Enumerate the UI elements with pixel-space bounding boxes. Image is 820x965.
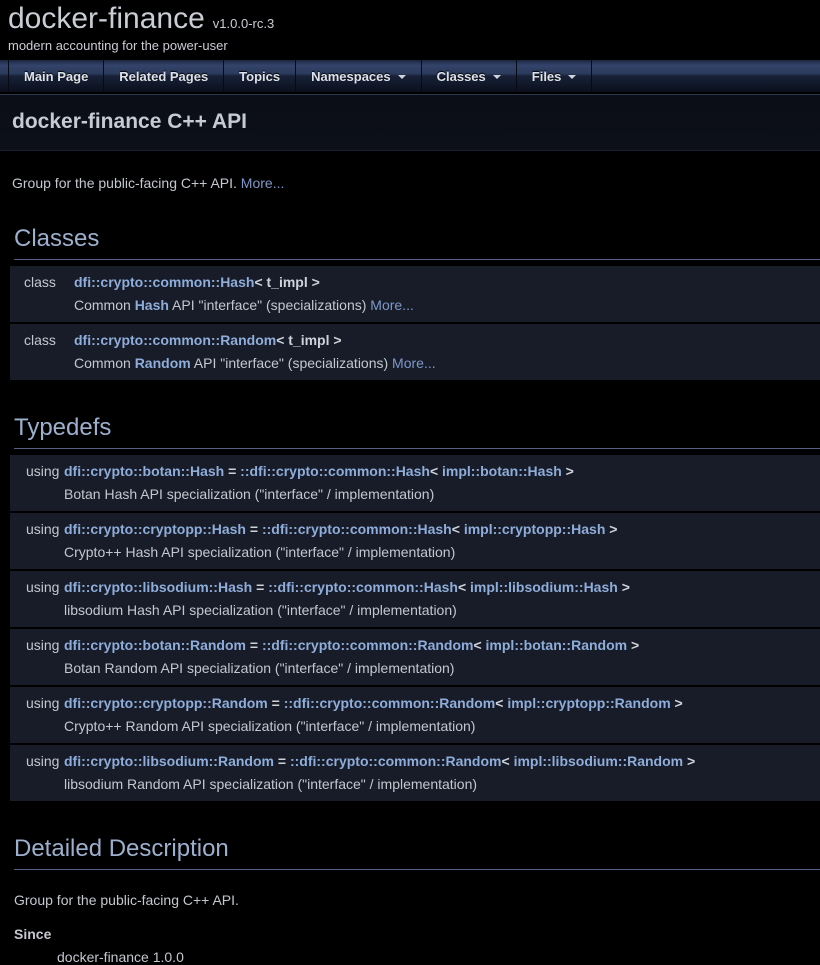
nav-item-label: Namespaces [311, 69, 391, 84]
table-row: usingdfi::crypto::cryptopp::Hash = ::dfi… [10, 511, 820, 569]
contents: Group for the public-facing C++ API. Mor… [0, 175, 820, 965]
since-block: Since docker-finance 1.0.0 [14, 926, 820, 965]
member-keyword: using [10, 577, 64, 597]
intro-text: Group for the public-facing C++ API. [12, 175, 241, 191]
nav-item-label: Classes [437, 69, 486, 84]
typedef-link[interactable]: dfi::crypto::cryptopp::Hash [64, 521, 246, 537]
table-row: usingdfi::crypto::botan::Random = ::dfi:… [10, 627, 820, 685]
table-row: usingdfi::crypto::cryptopp::Random = ::d… [10, 685, 820, 743]
member-keyword: using [10, 693, 64, 713]
typedefs-table: usingdfi::crypto::botan::Hash = ::dfi::c… [10, 455, 820, 801]
inline-class-link[interactable]: Hash [135, 297, 169, 313]
member-keyword: class [10, 272, 74, 292]
member-description: Common Random API "interface" (specializ… [10, 352, 820, 380]
member-keyword: using [10, 461, 64, 481]
nav-item-main-page[interactable]: Main Page [8, 60, 104, 92]
typedef-link[interactable]: dfi::crypto::libsodium::Random [64, 753, 274, 769]
member-description: Botan Random API specialization ("interf… [10, 657, 820, 685]
more-link[interactable]: More... [370, 297, 414, 313]
since-label: Since [14, 926, 820, 942]
chevron-down-icon [398, 75, 406, 79]
page-title: docker-finance C++ API [12, 110, 820, 134]
main-nav: Main Page Related Pages Topics Namespace… [0, 60, 820, 92]
template-suffix: < t_impl > [276, 332, 341, 348]
impl-type-link[interactable]: impl::cryptopp::Random [507, 695, 670, 711]
typedef-link[interactable]: dfi::crypto::botan::Hash [64, 463, 224, 479]
member-description: Crypto++ Random API specialization ("int… [10, 715, 820, 743]
section-heading-detailed-description: Detailed Description [14, 835, 820, 870]
impl-type-link[interactable]: impl::libsodium::Hash [470, 579, 618, 595]
nav-item-classes[interactable]: Classes [422, 60, 517, 92]
chevron-down-icon [568, 75, 576, 79]
table-row: classdfi::crypto::common::Hash< t_impl >… [10, 266, 820, 322]
nav-item-label: Related Pages [119, 69, 208, 84]
more-link[interactable]: More... [392, 355, 436, 371]
nav-item-related-pages[interactable]: Related Pages [104, 60, 224, 92]
target-type-link[interactable]: ::dfi::crypto::common::Random [290, 753, 502, 769]
class-link[interactable]: dfi::crypto::common::Random [74, 332, 276, 348]
target-type-link[interactable]: ::dfi::crypto::common::Random [284, 695, 496, 711]
table-row: classdfi::crypto::common::Random< t_impl… [10, 322, 820, 380]
nav-item-label: Files [532, 69, 562, 84]
typedef-link[interactable]: dfi::crypto::cryptopp::Random [64, 695, 268, 711]
member-description: Botan Hash API specialization ("interfac… [10, 483, 820, 511]
inline-class-link[interactable]: Random [135, 355, 191, 371]
section-heading-classes: Classes [14, 225, 820, 260]
class-link[interactable]: dfi::crypto::common::Hash [74, 274, 254, 290]
table-row: usingdfi::crypto::libsodium::Random = ::… [10, 743, 820, 801]
target-type-link[interactable]: ::dfi::crypto::common::Hash [262, 521, 452, 537]
page-header: docker-finance C++ API [0, 94, 820, 151]
table-row: usingdfi::crypto::botan::Hash = ::dfi::c… [10, 455, 820, 511]
typedef-link[interactable]: dfi::crypto::botan::Random [64, 637, 246, 653]
member-keyword: class [10, 330, 74, 350]
impl-type-link[interactable]: impl::botan::Random [486, 637, 628, 653]
classes-table: classdfi::crypto::common::Hash< t_impl >… [10, 266, 820, 380]
project-brief: modern accounting for the power-user [8, 38, 820, 53]
title-area: docker-finance v1.0.0-rc.3 modern account… [0, 0, 820, 60]
since-value: docker-finance 1.0.0 [57, 949, 820, 965]
intro-paragraph: Group for the public-facing C++ API. Mor… [12, 175, 820, 191]
member-description: libsodium Hash API specialization ("inte… [10, 599, 820, 627]
member-description: Crypto++ Hash API specialization ("inter… [10, 541, 820, 569]
detailed-description-text: Group for the public-facing C++ API. [14, 892, 820, 908]
typedef-link[interactable]: dfi::crypto::libsodium::Hash [64, 579, 252, 595]
target-type-link[interactable]: ::dfi::crypto::common::Hash [268, 579, 458, 595]
chevron-down-icon [493, 75, 501, 79]
impl-type-link[interactable]: impl::cryptopp::Hash [464, 521, 606, 537]
nav-item-label: Main Page [24, 69, 88, 84]
nav-item-files[interactable]: Files [517, 60, 593, 92]
member-description: libsodium Random API specialization ("in… [10, 773, 820, 801]
target-type-link[interactable]: ::dfi::crypto::common::Hash [240, 463, 430, 479]
nav-item-namespaces[interactable]: Namespaces [296, 60, 422, 92]
project-name: docker-finance [8, 2, 205, 35]
template-suffix: < t_impl > [254, 274, 319, 290]
project-version: v1.0.0-rc.3 [213, 16, 274, 31]
target-type-link[interactable]: ::dfi::crypto::common::Random [262, 637, 474, 653]
member-keyword: using [10, 519, 64, 539]
member-keyword: using [10, 635, 64, 655]
nav-item-topics[interactable]: Topics [224, 60, 296, 92]
impl-type-link[interactable]: impl::botan::Hash [442, 463, 562, 479]
section-heading-typedefs: Typedefs [14, 414, 820, 449]
impl-type-link[interactable]: impl::libsodium::Random [514, 753, 684, 769]
more-link[interactable]: More... [241, 175, 285, 191]
member-keyword: using [10, 751, 64, 771]
nav-item-label: Topics [239, 69, 280, 84]
table-row: usingdfi::crypto::libsodium::Hash = ::df… [10, 569, 820, 627]
member-description: Common Hash API "interface" (specializat… [10, 294, 820, 322]
